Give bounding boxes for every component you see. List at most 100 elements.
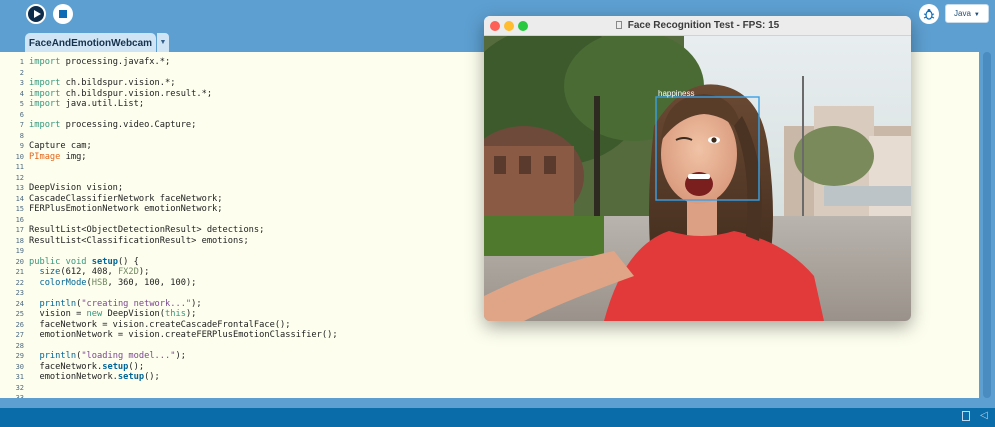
code-text: colorMode(HSB, 360, 100, 100); (29, 278, 196, 289)
code-token: size (39, 267, 61, 277)
line-number: 11 (15, 163, 24, 171)
window-title: Face Recognition Test - FPS: 15 (484, 20, 911, 31)
code-token: import (29, 120, 61, 130)
console-bar: ◁ (0, 408, 995, 427)
code-token: faceNetwork = vision.createCascadeFronta… (29, 319, 291, 330)
mode-selector[interactable]: Java ▼ (945, 4, 989, 23)
line-number: 24 (15, 299, 24, 308)
code-token: CascadeClassifierNetwork faceNetwork; (29, 193, 223, 204)
line-number: 17 (15, 226, 24, 234)
code-token: ); (191, 298, 202, 309)
code-text: import processing.video.Capture; (29, 120, 196, 131)
code-text: public void setup() { (29, 257, 139, 268)
line-number: 16 (15, 215, 24, 224)
code-token: DeepVision( (102, 309, 166, 319)
code-token: PImage (29, 151, 61, 162)
code-text: ResultList<ClassificationResult> emotion… (29, 236, 249, 247)
code-text: size(612, 408, FX2D); (29, 267, 149, 278)
run-button[interactable] (26, 4, 46, 24)
code-token: emotionNetwork. (29, 372, 118, 382)
code-token: setup (117, 372, 145, 382)
debugger-button[interactable] (919, 4, 939, 24)
line-number: 27 (15, 331, 24, 339)
line-number: 3 (19, 79, 24, 87)
code-text: emotionNetwork.setup(); (29, 372, 160, 383)
line-number: 12 (15, 173, 24, 182)
line-number: 9 (19, 142, 24, 150)
code-token: import (29, 99, 61, 109)
collapse-icon[interactable]: ◁ (980, 410, 988, 421)
line-number: 22 (15, 278, 24, 287)
code-token: ch.bildspur.vision.*; (60, 78, 176, 88)
code-text: faceNetwork.setup(); (29, 362, 144, 373)
code-token: import (29, 57, 61, 67)
console-icon[interactable] (962, 411, 970, 421)
line-number: 14 (15, 194, 24, 203)
line-number: 7 (19, 121, 24, 129)
code-text: faceNetwork = vision.createCascadeFronta… (29, 319, 291, 331)
chevron-down-icon: ▼ (973, 12, 980, 18)
code-token: FX2D (117, 267, 139, 277)
code-token: new (86, 309, 103, 319)
code-token: public void (29, 256, 87, 267)
window-title-bar[interactable]: Face Recognition Test - FPS: 15 (484, 16, 911, 36)
stop-button[interactable] (53, 4, 73, 24)
code-token: (); (128, 361, 145, 372)
emotion-label: happiness (658, 89, 695, 98)
code-token: ResultList<ObjectDetectionResult> detect… (29, 225, 265, 235)
line-number: 25 (15, 310, 24, 318)
code-token: processing.video.Capture; (60, 120, 197, 130)
code-token: HSB (91, 277, 108, 288)
status-bar (0, 398, 995, 408)
code-token: ch.bildspur.vision.result.*; (60, 88, 213, 99)
code-token: import (29, 78, 61, 88)
code-token: ResultList<ClassificationResult> emotion… (29, 235, 249, 246)
line-number: 29 (15, 352, 24, 360)
line-number: 19 (15, 247, 24, 255)
line-number: 31 (15, 373, 24, 381)
code-token: "loading model..." (81, 351, 176, 361)
code-token: img; (60, 151, 87, 162)
code-token: colorMode (39, 277, 87, 288)
code-token: , 360, 100, 100); (107, 277, 197, 288)
code-token: "creating network..." (81, 298, 192, 309)
line-number: 1 (19, 58, 24, 66)
code-token: emotionNetwork = vision.createFERPlusEmo… (29, 330, 338, 340)
code-token: faceNetwork. (29, 361, 103, 372)
code-token: println (39, 298, 77, 309)
code-text: ResultList<ObjectDetectionResult> detect… (29, 225, 264, 236)
sketch-window[interactable]: Face Recognition Test - FPS: 15 happines… (484, 16, 911, 321)
code-token: Capture cam; (29, 141, 92, 151)
code-text: import java.util.List; (29, 99, 144, 110)
debugger-icon (923, 9, 935, 20)
line-number: 5 (19, 100, 24, 108)
sketch-tab[interactable]: FaceAndEmotionWebcam (25, 33, 156, 53)
tab-menu-button[interactable]: ▼ (157, 33, 169, 53)
scrollbar-thumb[interactable] (983, 52, 991, 398)
code-text: Capture cam; (29, 141, 92, 152)
play-icon (34, 10, 41, 18)
stop-icon (59, 10, 67, 18)
code-token: FERPlusEmotionNetwork emotionNetwork; (29, 204, 223, 214)
code-token: setup (91, 256, 118, 267)
line-number: 26 (15, 320, 24, 329)
code-text: CascadeClassifierNetwork faceNetwork; (29, 194, 223, 205)
line-number: 18 (15, 236, 24, 245)
line-number: 30 (15, 362, 24, 371)
line-number: 10 (15, 152, 24, 161)
sketch-tab-label: FaceAndEmotionWebcam (28, 38, 153, 49)
code-text: println("loading model..."); (29, 351, 186, 362)
code-token: java.util.List; (60, 99, 145, 109)
code-token: (); (144, 372, 160, 382)
code-token: setup (102, 361, 129, 372)
code-token: ); (175, 351, 186, 361)
document-icon (615, 21, 622, 29)
line-number: 21 (15, 268, 24, 276)
line-number: 20 (15, 257, 24, 266)
editor-scrollbar[interactable] (979, 52, 995, 398)
line-number: 2 (19, 68, 24, 77)
code-text: import ch.bildspur.vision.result.*; (29, 89, 212, 100)
